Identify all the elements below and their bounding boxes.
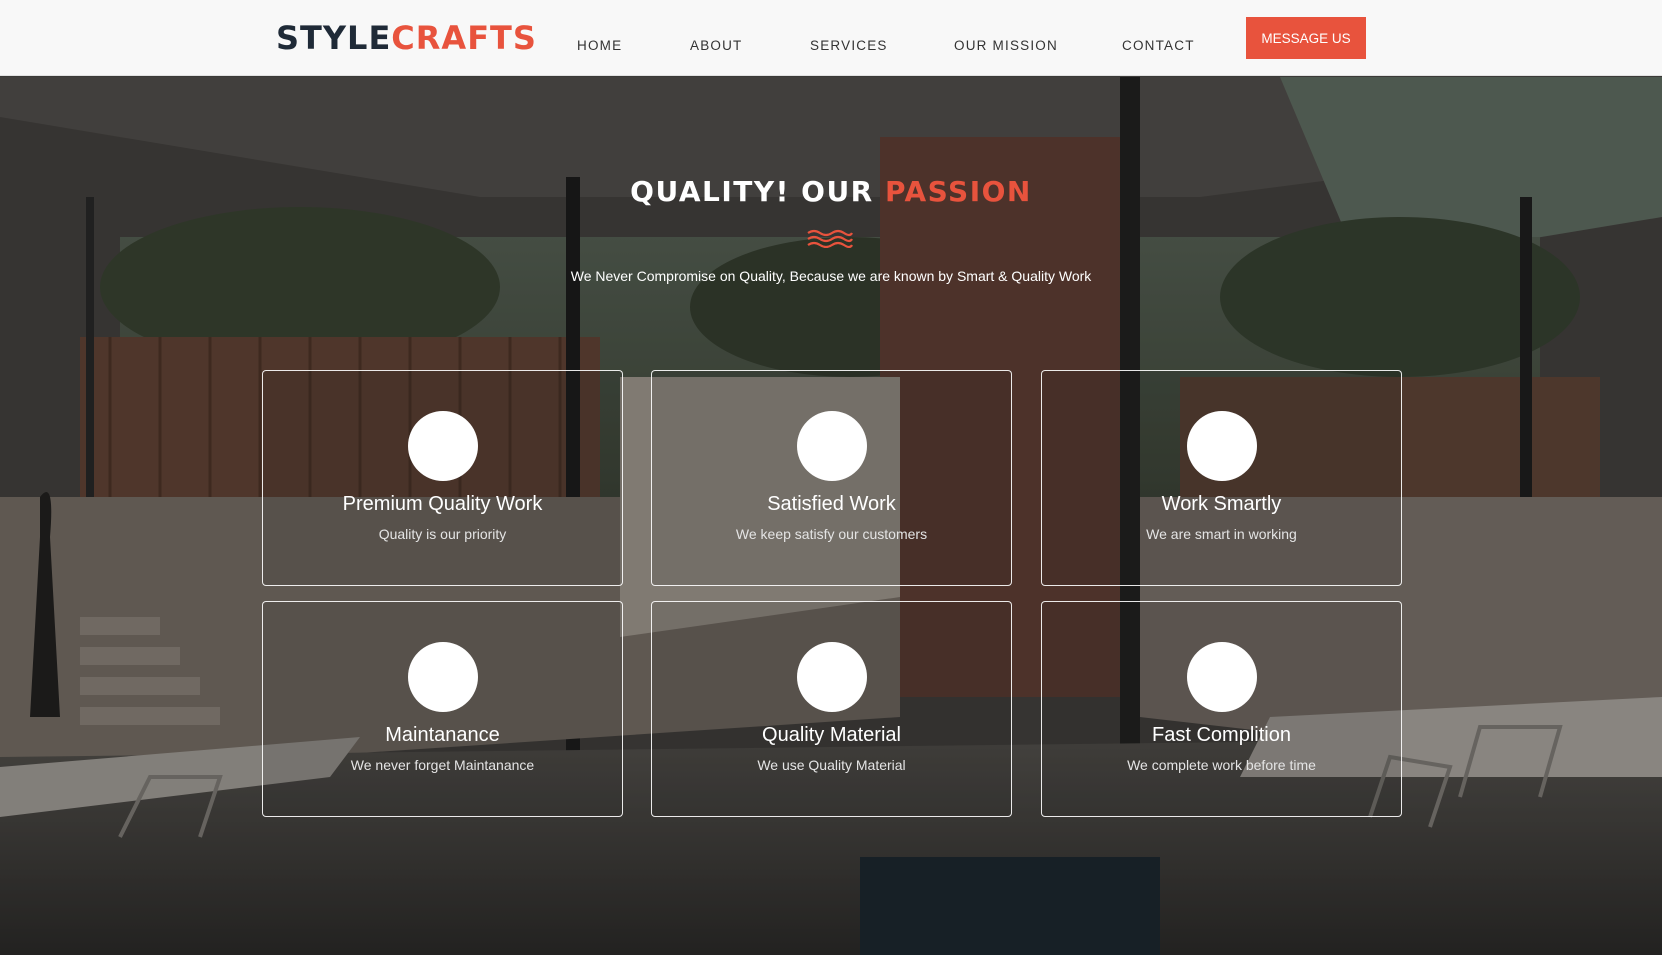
feature-card: Premium Quality Work Quality is our prio…: [262, 370, 623, 586]
message-us-button[interactable]: MESSAGE US: [1246, 17, 1366, 59]
nav-contact[interactable]: CONTACT: [1122, 38, 1195, 53]
feature-description: We complete work before time: [1127, 757, 1316, 773]
feature-icon-circle: [797, 411, 867, 481]
feature-description: We are smart in working: [1146, 526, 1297, 542]
nav-services[interactable]: SERVICES: [810, 38, 888, 53]
feature-title: Quality Material: [762, 724, 901, 746]
brand-logo-part2: CRAFTS: [391, 19, 537, 57]
feature-card: Satisfied Work We keep satisfy our custo…: [651, 370, 1012, 586]
feature-icon-circle: [408, 642, 478, 712]
site-header: STYLECRAFTS HOME ABOUT SERVICES OUR MISS…: [0, 0, 1662, 76]
feature-description: We never forget Maintanance: [350, 757, 535, 773]
feature-description: Quality is our priority: [378, 526, 507, 542]
feature-card: Work Smartly We are smart in working: [1041, 370, 1402, 586]
brand-logo[interactable]: STYLECRAFTS: [276, 18, 537, 58]
hero-title-part2: PASSION: [885, 175, 1032, 208]
feature-card: Maintanance We never forget Maintanance: [262, 601, 623, 817]
wave-icon: [807, 229, 853, 248]
feature-title: Premium Quality Work: [342, 493, 543, 515]
hero-subtitle: We Never Compromise on Quality, Because …: [570, 268, 1092, 284]
nav-home[interactable]: HOME: [577, 38, 622, 53]
feature-title: Satisfied Work: [767, 493, 896, 515]
brand-logo-part1: STYLE: [276, 19, 392, 57]
feature-icon-circle: [408, 411, 478, 481]
feature-description: We use Quality Material: [757, 757, 906, 773]
feature-title: Fast Complition: [1152, 724, 1291, 746]
feature-card: Quality Material We use Quality Material: [651, 601, 1012, 817]
hero-title-part1: QUALITY! OUR: [630, 175, 885, 208]
feature-title: Maintanance: [385, 724, 500, 746]
nav-our-mission[interactable]: OUR MISSION: [954, 38, 1058, 53]
feature-icon-circle: [1187, 411, 1257, 481]
hero-title: QUALITY! OUR PASSION: [0, 175, 1662, 208]
feature-description: We keep satisfy our customers: [735, 526, 928, 542]
feature-icon-circle: [797, 642, 867, 712]
feature-card: Fast Complition We complete work before …: [1041, 601, 1402, 817]
feature-icon-circle: [1187, 642, 1257, 712]
feature-title: Work Smartly: [1161, 493, 1282, 515]
nav-about[interactable]: ABOUT: [690, 38, 743, 53]
